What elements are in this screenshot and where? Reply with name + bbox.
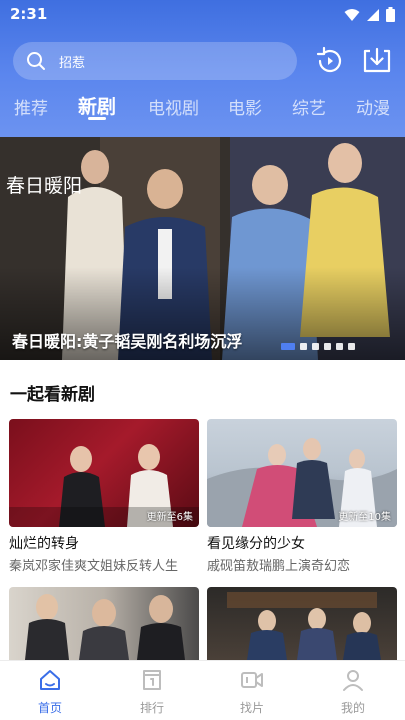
tab-new-drama[interactable]: 新剧: [78, 92, 116, 119]
category-tabs: 推荐 新剧 电视剧 电影 综艺 动漫: [0, 88, 405, 128]
tab-movies[interactable]: 电影: [228, 94, 262, 119]
status-time: 2:31: [10, 5, 48, 23]
profile-icon: [343, 670, 363, 691]
search-icon: [27, 52, 45, 70]
tab-variety[interactable]: 综艺: [292, 94, 326, 119]
tab-tv-series[interactable]: 电视剧: [148, 94, 199, 119]
drama-thumbnail: [207, 587, 397, 660]
banner-pagination: [281, 343, 355, 350]
drama-card[interactable]: [9, 587, 199, 660]
video-search-icon: [241, 672, 263, 688]
active-tab-indicator: [88, 117, 106, 120]
nav-home[interactable]: 首页: [20, 661, 80, 720]
history-icon: [316, 46, 342, 73]
status-bar: 2:31: [0, 0, 405, 28]
banner-page-dot[interactable]: [336, 343, 343, 350]
nav-label: 我的: [340, 701, 365, 715]
banner-page-dot[interactable]: [281, 343, 295, 350]
banner-page-dot[interactable]: [324, 343, 331, 350]
nav-profile[interactable]: 我的: [323, 661, 383, 720]
wifi-icon: [344, 8, 360, 21]
download-button[interactable]: [361, 45, 393, 77]
search-bar[interactable]: 招惹: [13, 42, 297, 80]
thumbnail-art: [25, 594, 185, 660]
thumbnail-art: [227, 592, 381, 660]
tab-recommend[interactable]: 推荐: [14, 94, 48, 119]
drama-description: 戚砚笛敖瑞鹏上演奇幻恋: [207, 559, 351, 574]
nav-label: 找片: [239, 701, 264, 715]
drama-title: 灿烂的转身: [9, 536, 79, 552]
drama-title: 看见缘分的少女: [207, 536, 305, 552]
history-button[interactable]: [314, 45, 346, 77]
drama-card[interactable]: 更新至6集 灿烂的转身 秦岚邓家佳爽文姐妹反转人生: [9, 419, 199, 579]
nav-label: 排行: [139, 701, 164, 715]
nav-label: 首页: [37, 701, 62, 715]
drama-card[interactable]: 更新至10集 看见缘分的少女 戚砚笛敖瑞鹏上演奇幻恋: [207, 419, 397, 579]
banner-logo-text: 春日暖阳: [6, 175, 83, 197]
drama-thumbnail: 更新至10集: [207, 419, 397, 527]
drama-description: 秦岚邓家佳爽文姐妹反转人生: [9, 559, 179, 574]
banner-page-dot[interactable]: [348, 343, 355, 350]
section-title: 一起看新剧: [10, 385, 95, 405]
banner-page-dot[interactable]: [300, 343, 307, 350]
tab-anime[interactable]: 动漫: [356, 94, 390, 119]
signal-icon: [367, 8, 379, 21]
download-icon: [363, 47, 391, 73]
nav-ranking[interactable]: 排行: [122, 661, 182, 720]
banner-page-dot[interactable]: [312, 343, 319, 350]
drama-thumbnail: [9, 587, 199, 660]
nav-find-video[interactable]: 找片: [222, 661, 282, 720]
status-icons: [344, 7, 395, 22]
hero-banner[interactable]: 春日暖阳 春日暖阳:黄子韬吴刚名利场沉浮: [0, 137, 405, 360]
episode-badge: 更新至10集: [338, 512, 391, 523]
drama-card[interactable]: [207, 587, 397, 660]
battery-icon: [386, 7, 395, 22]
search-placeholder: 招惹: [59, 56, 86, 71]
banner-title: 春日暖阳:黄子韬吴刚名利场沉浮: [12, 332, 243, 351]
ranking-icon: [143, 670, 161, 690]
episode-badge: 更新至6集: [146, 512, 193, 523]
bottom-navigation: 首页 排行 找片 我的: [0, 660, 405, 720]
drama-thumbnail: 更新至6集: [9, 419, 199, 527]
home-icon: [40, 670, 60, 690]
